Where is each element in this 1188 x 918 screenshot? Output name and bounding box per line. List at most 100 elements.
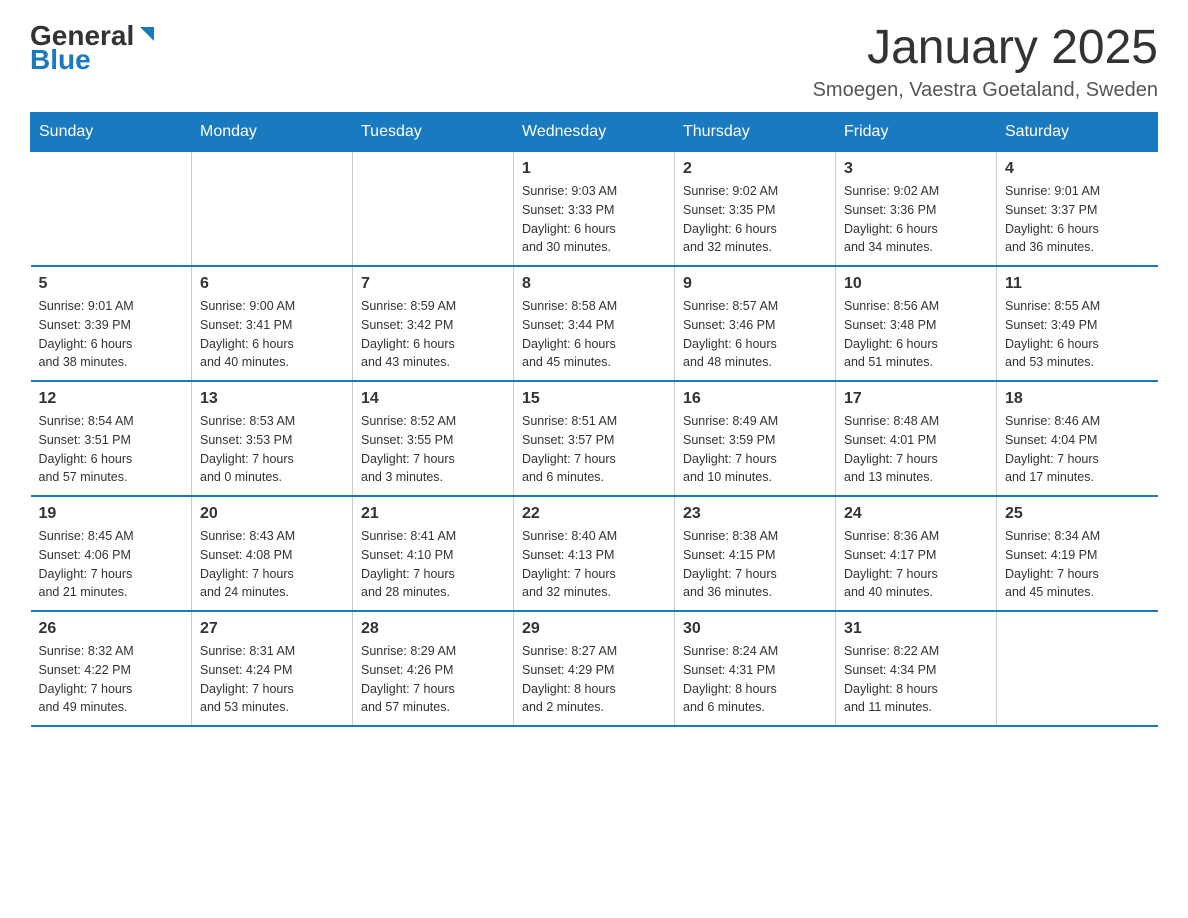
day-info: Sunrise: 8:51 AM Sunset: 3:57 PM Dayligh… <box>522 412 666 487</box>
day-info: Sunrise: 8:48 AM Sunset: 4:01 PM Dayligh… <box>844 412 988 487</box>
calendar-cell: 1 Sunrise: 9:03 AM Sunset: 3:33 PM Daylig… <box>514 152 675 267</box>
location-title: Smoegen, Vaestra Goetaland, Sweden <box>813 79 1158 102</box>
day-number: 6 <box>200 275 344 293</box>
day-info: Sunrise: 9:00 AM Sunset: 3:41 PM Dayligh… <box>200 297 344 372</box>
calendar-cell: 9 Sunrise: 8:57 AM Sunset: 3:46 PM Daylig… <box>675 266 836 381</box>
calendar-cell: 23 Sunrise: 8:38 AM Sunset: 4:15 PM Dayli… <box>675 496 836 611</box>
weekday-header-monday: Monday <box>192 113 353 152</box>
calendar-cell: 22Sunrise: 8:40 AM Sunset: 4:13 PM Dayli… <box>514 496 675 611</box>
day-info: Sunrise: 8:43 AM Sunset: 4:08 PM Dayligh… <box>200 527 344 602</box>
day-info: Sunrise: 8:49 AM Sunset: 3:59 PM Dayligh… <box>683 412 827 487</box>
calendar-body: 1 Sunrise: 9:03 AM Sunset: 3:33 PM Daylig… <box>31 152 1158 727</box>
logo-blue-text: Blue <box>30 44 91 76</box>
calendar-week-1: 1 Sunrise: 9:03 AM Sunset: 3:33 PM Daylig… <box>31 152 1158 267</box>
calendar-cell: 29 Sunrise: 8:27 AM Sunset: 4:29 PM Dayli… <box>514 611 675 726</box>
day-info: Sunrise: 8:40 AM Sunset: 4:13 PM Dayligh… <box>522 527 666 602</box>
day-info: Sunrise: 8:53 AM Sunset: 3:53 PM Dayligh… <box>200 412 344 487</box>
calendar-week-3: 12Sunrise: 8:54 AM Sunset: 3:51 PM Dayli… <box>31 381 1158 496</box>
day-number: 29 <box>522 620 666 638</box>
day-number: 28 <box>361 620 505 638</box>
calendar-cell: 2 Sunrise: 9:02 AM Sunset: 3:35 PM Daylig… <box>675 152 836 267</box>
calendar-header: SundayMondayTuesdayWednesdayThursdayFrid… <box>31 113 1158 152</box>
calendar-cell <box>192 152 353 267</box>
calendar-cell: 15 Sunrise: 8:51 AM Sunset: 3:57 PM Dayli… <box>514 381 675 496</box>
calendar-cell: 3 Sunrise: 9:02 AM Sunset: 3:36 PM Daylig… <box>836 152 997 267</box>
calendar-cell: 24 Sunrise: 8:36 AM Sunset: 4:17 PM Dayli… <box>836 496 997 611</box>
calendar-cell: 28 Sunrise: 8:29 AM Sunset: 4:26 PM Dayli… <box>353 611 514 726</box>
day-number: 9 <box>683 275 827 293</box>
calendar-cell: 13 Sunrise: 8:53 AM Sunset: 3:53 PM Dayli… <box>192 381 353 496</box>
day-number: 2 <box>683 160 827 178</box>
day-info: Sunrise: 8:36 AM Sunset: 4:17 PM Dayligh… <box>844 527 988 602</box>
calendar-cell: 27Sunrise: 8:31 AM Sunset: 4:24 PM Dayli… <box>192 611 353 726</box>
calendar-cell: 17 Sunrise: 8:48 AM Sunset: 4:01 PM Dayli… <box>836 381 997 496</box>
calendar-cell: 7Sunrise: 8:59 AM Sunset: 3:42 PM Daylig… <box>353 266 514 381</box>
calendar-week-5: 26Sunrise: 8:32 AM Sunset: 4:22 PM Dayli… <box>31 611 1158 726</box>
weekday-header-tuesday: Tuesday <box>353 113 514 152</box>
day-number: 15 <box>522 390 666 408</box>
logo-triangle-icon <box>136 23 158 45</box>
day-number: 13 <box>200 390 344 408</box>
weekday-header-sunday: Sunday <box>31 113 192 152</box>
day-info: Sunrise: 8:27 AM Sunset: 4:29 PM Dayligh… <box>522 642 666 717</box>
day-info: Sunrise: 8:31 AM Sunset: 4:24 PM Dayligh… <box>200 642 344 717</box>
day-number: 30 <box>683 620 827 638</box>
day-number: 8 <box>522 275 666 293</box>
calendar-cell: 6 Sunrise: 9:00 AM Sunset: 3:41 PM Daylig… <box>192 266 353 381</box>
calendar-cell: 16 Sunrise: 8:49 AM Sunset: 3:59 PM Dayli… <box>675 381 836 496</box>
day-info: Sunrise: 8:58 AM Sunset: 3:44 PM Dayligh… <box>522 297 666 372</box>
day-number: 19 <box>39 505 184 523</box>
page-header: General Blue January 2025 Smoegen, Vaest… <box>30 20 1158 102</box>
day-number: 23 <box>683 505 827 523</box>
day-number: 31 <box>844 620 988 638</box>
day-number: 24 <box>844 505 988 523</box>
day-number: 4 <box>1005 160 1150 178</box>
calendar-cell: 21Sunrise: 8:41 AM Sunset: 4:10 PM Dayli… <box>353 496 514 611</box>
calendar-week-4: 19Sunrise: 8:45 AM Sunset: 4:06 PM Dayli… <box>31 496 1158 611</box>
calendar-cell: 20Sunrise: 8:43 AM Sunset: 4:08 PM Dayli… <box>192 496 353 611</box>
day-info: Sunrise: 8:38 AM Sunset: 4:15 PM Dayligh… <box>683 527 827 602</box>
calendar-cell <box>353 152 514 267</box>
day-info: Sunrise: 8:56 AM Sunset: 3:48 PM Dayligh… <box>844 297 988 372</box>
day-info: Sunrise: 8:34 AM Sunset: 4:19 PM Dayligh… <box>1005 527 1150 602</box>
day-number: 18 <box>1005 390 1150 408</box>
calendar-cell: 12Sunrise: 8:54 AM Sunset: 3:51 PM Dayli… <box>31 381 192 496</box>
day-number: 7 <box>361 275 505 293</box>
calendar-cell: 25Sunrise: 8:34 AM Sunset: 4:19 PM Dayli… <box>997 496 1158 611</box>
day-number: 3 <box>844 160 988 178</box>
calendar-cell <box>997 611 1158 726</box>
day-number: 17 <box>844 390 988 408</box>
calendar-cell: 26Sunrise: 8:32 AM Sunset: 4:22 PM Dayli… <box>31 611 192 726</box>
calendar-cell <box>31 152 192 267</box>
day-info: Sunrise: 8:29 AM Sunset: 4:26 PM Dayligh… <box>361 642 505 717</box>
day-number: 1 <box>522 160 666 178</box>
day-info: Sunrise: 8:32 AM Sunset: 4:22 PM Dayligh… <box>39 642 184 717</box>
calendar-cell: 14Sunrise: 8:52 AM Sunset: 3:55 PM Dayli… <box>353 381 514 496</box>
calendar-cell: 19Sunrise: 8:45 AM Sunset: 4:06 PM Dayli… <box>31 496 192 611</box>
day-info: Sunrise: 9:02 AM Sunset: 3:36 PM Dayligh… <box>844 182 988 257</box>
day-info: Sunrise: 9:03 AM Sunset: 3:33 PM Dayligh… <box>522 182 666 257</box>
weekday-header-friday: Friday <box>836 113 997 152</box>
month-title: January 2025 <box>813 20 1158 75</box>
day-number: 10 <box>844 275 988 293</box>
calendar-table: SundayMondayTuesdayWednesdayThursdayFrid… <box>30 112 1158 727</box>
weekday-header-saturday: Saturday <box>997 113 1158 152</box>
day-number: 5 <box>39 275 184 293</box>
calendar-cell: 5Sunrise: 9:01 AM Sunset: 3:39 PM Daylig… <box>31 266 192 381</box>
calendar-cell: 18Sunrise: 8:46 AM Sunset: 4:04 PM Dayli… <box>997 381 1158 496</box>
calendar-cell: 31 Sunrise: 8:22 AM Sunset: 4:34 PM Dayli… <box>836 611 997 726</box>
logo: General Blue <box>30 20 158 76</box>
calendar-cell: 11Sunrise: 8:55 AM Sunset: 3:49 PM Dayli… <box>997 266 1158 381</box>
weekday-header-thursday: Thursday <box>675 113 836 152</box>
day-info: Sunrise: 8:57 AM Sunset: 3:46 PM Dayligh… <box>683 297 827 372</box>
weekday-header-wednesday: Wednesday <box>514 113 675 152</box>
day-number: 16 <box>683 390 827 408</box>
calendar-cell: 10 Sunrise: 8:56 AM Sunset: 3:48 PM Dayli… <box>836 266 997 381</box>
day-info: Sunrise: 8:22 AM Sunset: 4:34 PM Dayligh… <box>844 642 988 717</box>
day-info: Sunrise: 8:54 AM Sunset: 3:51 PM Dayligh… <box>39 412 184 487</box>
day-info: Sunrise: 9:01 AM Sunset: 3:37 PM Dayligh… <box>1005 182 1150 257</box>
day-info: Sunrise: 8:55 AM Sunset: 3:49 PM Dayligh… <box>1005 297 1150 372</box>
day-number: 21 <box>361 505 505 523</box>
day-number: 14 <box>361 390 505 408</box>
day-info: Sunrise: 9:02 AM Sunset: 3:35 PM Dayligh… <box>683 182 827 257</box>
